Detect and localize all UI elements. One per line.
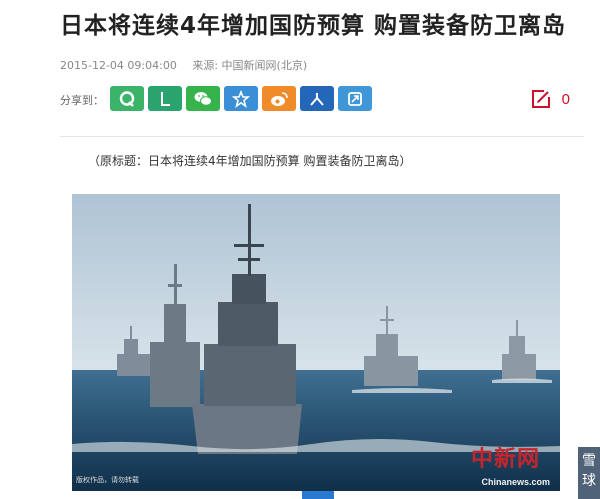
share-other-button[interactable] xyxy=(338,86,372,111)
original-title-caption: （原标题：日本将连续4年增加国防预算 购置装备防卫离岛） xyxy=(88,154,412,168)
article-meta: 2015-12-04 09:04:00 来源: 中国新闻网(北京) xyxy=(60,57,319,73)
renren-icon xyxy=(310,92,324,106)
star-icon xyxy=(232,89,250,108)
share-renren-button[interactable] xyxy=(300,86,334,111)
comment-edit-icon xyxy=(531,90,550,108)
article-photo: 版权作品，请勿转载 中新网 Chinanews.com xyxy=(72,194,560,491)
bottom-blue-tab[interactable] xyxy=(302,491,334,499)
pengyou-icon xyxy=(161,91,170,106)
share-favorites-button[interactable] xyxy=(224,86,258,111)
qzone-icon xyxy=(119,90,135,107)
side-logo-char-1: 雪 xyxy=(582,453,596,469)
share-icon xyxy=(348,91,362,106)
comment-link[interactable]: 0 xyxy=(530,86,570,112)
share-bar: 分享到： 0 xyxy=(60,86,584,112)
share-pengyou-button[interactable] xyxy=(148,86,182,111)
article-source: 来源: 中国新闻网(北京) xyxy=(192,59,308,72)
photo-credit: 版权作品，请勿转载 xyxy=(76,476,139,484)
article-title: 日本将连续4年增加国防预算 购置装备防卫离岛 xyxy=(60,13,567,39)
share-weibo-button[interactable] xyxy=(262,86,296,111)
publish-datetime: 2015-12-04 09:04:00 xyxy=(60,59,177,72)
chinanews-watermark-cn: 中新网 xyxy=(470,446,540,472)
weibo-icon xyxy=(271,91,288,106)
share-qzone-button[interactable] xyxy=(110,86,144,111)
share-wechat-button[interactable] xyxy=(186,86,220,111)
divider xyxy=(60,136,584,137)
share-label: 分享到： xyxy=(60,94,104,107)
xueqiu-side-logo[interactable]: 雪 球 xyxy=(578,447,600,499)
chinanews-watermark-en: Chinanews.com xyxy=(481,477,550,487)
comment-count: 0 xyxy=(561,90,570,108)
wechat-icon xyxy=(194,91,212,106)
side-logo-char-2: 球 xyxy=(582,473,596,489)
